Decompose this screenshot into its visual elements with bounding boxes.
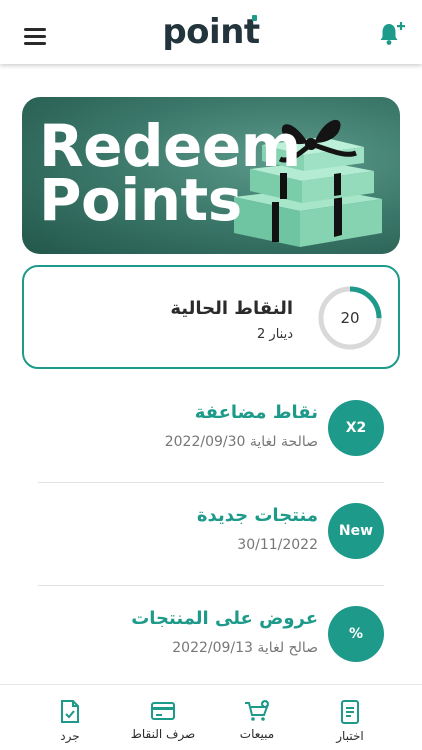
offer-title: نقاط مضاعفة xyxy=(194,402,318,423)
offer-badge-new: New xyxy=(328,503,384,559)
points-title: النقاط الحالية xyxy=(170,298,293,319)
app-logo: point xyxy=(0,12,422,52)
current-points-card[interactable]: النقاط الحالية دينار 2 20 xyxy=(22,265,400,369)
nav-label: صرف النقاط xyxy=(130,727,196,741)
app-header: point xyxy=(0,0,422,64)
redeem-points-banner[interactable]: Redeem Points xyxy=(22,97,400,254)
logo-text: point xyxy=(162,12,260,52)
offer-new-products[interactable]: منتجات جديدة 30/11/2022 New xyxy=(38,485,384,585)
inventory-check-icon xyxy=(61,700,79,723)
offer-product-discounts[interactable]: عروض على المنتجات صالح لغاية 2022/09/13 … xyxy=(38,588,384,688)
banner-title: Redeem Points xyxy=(39,112,301,234)
cart-plus-icon xyxy=(245,700,269,721)
offer-date: صالحة لغاية 2022/09/30 xyxy=(164,434,318,450)
offer-badge-percent: % xyxy=(328,606,384,662)
offer-double-points[interactable]: نقاط مضاعفة صالحة لغاية 2022/09/30 X2 xyxy=(38,382,384,482)
logo-accent-mark xyxy=(252,15,257,21)
nav-label: مبيعات xyxy=(239,727,275,741)
points-count: 20 xyxy=(340,309,360,327)
credit-card-icon xyxy=(151,702,175,720)
offer-date: 30/11/2022 xyxy=(237,537,318,553)
nav-inventory[interactable]: جرد xyxy=(25,699,115,745)
points-value-dinar: دينار 2 xyxy=(257,327,293,342)
notification-bell-icon[interactable] xyxy=(378,20,406,48)
nav-label: اختبار xyxy=(336,729,364,743)
bottom-navigation: جرد صرف النقاط مبيعات اختبار xyxy=(0,684,422,750)
banner-line-1: Redeem xyxy=(39,112,301,180)
nav-redeem-points[interactable]: صرف النقاط xyxy=(118,699,208,745)
banner-line-2: Points xyxy=(39,166,242,234)
offer-date: صالح لغاية 2022/09/13 xyxy=(172,640,318,656)
list-divider xyxy=(38,585,384,586)
list-divider xyxy=(38,482,384,483)
nav-sales[interactable]: مبيعات xyxy=(212,699,302,745)
nav-label: جرد xyxy=(60,729,80,743)
offer-title: منتجات جديدة xyxy=(196,505,318,526)
offer-title: عروض على المنتجات xyxy=(131,608,318,629)
offer-badge-x2: X2 xyxy=(328,400,384,456)
nav-test[interactable]: اختبار xyxy=(305,699,395,745)
test-document-icon xyxy=(341,700,359,724)
